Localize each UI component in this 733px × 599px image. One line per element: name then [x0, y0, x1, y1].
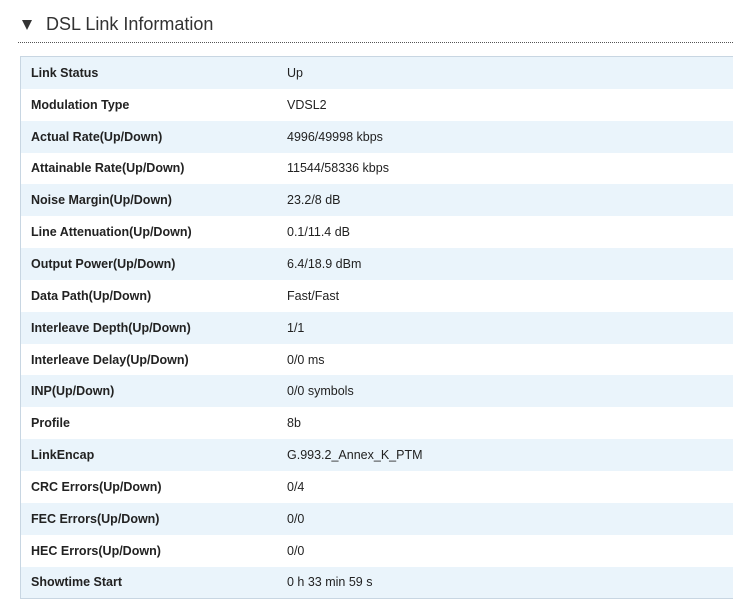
row-label: Profile: [31, 416, 70, 431]
row-label: Showtime Start: [31, 575, 122, 590]
table-row: LinkEncap G.993.2_Annex_K_PTM: [21, 439, 733, 471]
table-row: Profile 8b: [21, 407, 733, 440]
row-label: Modulation Type: [31, 97, 130, 112]
row-label: Interleave Depth(Up/Down): [31, 320, 191, 335]
triangle-down-icon[interactable]: [22, 20, 32, 30]
row-value: 23.2/8 dB: [287, 193, 341, 208]
table-row: Interleave Depth(Up/Down) 1/1: [21, 311, 733, 344]
row-label: Output Power(Up/Down): [31, 256, 176, 271]
row-value: 6.4/18.9 dBm: [287, 256, 362, 271]
row-value: 1/1: [287, 320, 305, 335]
table-row: Actual Rate(Up/Down) 4996/49998 kbps: [21, 120, 733, 153]
table-row: Modulation Type VDSL2: [21, 88, 733, 121]
table-row: Link Status Up: [21, 57, 733, 89]
row-value: 0/4: [287, 479, 305, 494]
table-row: FEC Errors(Up/Down) 0/0: [21, 502, 733, 535]
row-label: Interleave Delay(Up/Down): [31, 352, 189, 367]
table-row: Line Attenuation(Up/Down) 0.1/11.4 dB: [21, 216, 733, 249]
row-value: 8b: [287, 416, 301, 431]
dsl-link-info-header[interactable]: DSL Link Information: [18, 0, 733, 43]
table-row: HEC Errors(Up/Down) 0/0: [21, 534, 733, 567]
row-value: G.993.2_Annex_K_PTM: [287, 448, 423, 463]
row-value: 0/0: [287, 511, 305, 526]
row-value: 0/0: [287, 543, 305, 558]
table-row: Showtime Start 0 h 33 min 59 s: [21, 566, 733, 599]
table-row: Output Power(Up/Down) 6.4/18.9 dBm: [21, 248, 733, 280]
row-value: Up: [287, 65, 303, 80]
row-value: 0.1/11.4 dB: [287, 225, 351, 240]
row-value: VDSL2: [287, 97, 327, 112]
row-label: Actual Rate(Up/Down): [31, 129, 163, 144]
section-title: DSL Link Information: [46, 14, 214, 34]
row-label: Data Path(Up/Down): [31, 288, 152, 303]
table-row: Interleave Delay(Up/Down) 0/0 ms: [21, 343, 733, 376]
dsl-info-table: Link Status Up Modulation Type VDSL2 Act…: [20, 56, 733, 599]
row-value: 11544/58336 kbps: [287, 161, 389, 176]
row-label: Link Status: [31, 65, 99, 80]
row-label: Line Attenuation(Up/Down): [31, 225, 192, 240]
table-row: Attainable Rate(Up/Down) 11544/58336 kbp…: [21, 152, 733, 185]
row-value: 0/0 symbols: [287, 384, 354, 399]
row-label: INP(Up/Down): [31, 384, 115, 399]
table-row: Data Path(Up/Down) Fast/Fast: [21, 279, 733, 312]
row-value: 0/0 ms: [287, 352, 325, 367]
table-row: Noise Margin(Up/Down) 23.2/8 dB: [21, 184, 733, 217]
row-label: Noise Margin(Up/Down): [31, 193, 172, 208]
row-label: Attainable Rate(Up/Down): [31, 161, 185, 176]
table-row: CRC Errors(Up/Down) 0/4: [21, 470, 733, 503]
row-label: FEC Errors(Up/Down): [31, 511, 160, 526]
row-label: HEC Errors(Up/Down): [31, 543, 161, 558]
row-value: Fast/Fast: [287, 288, 340, 303]
row-value: 0 h 33 min 59 s: [287, 575, 373, 590]
table-row: INP(Up/Down) 0/0 symbols: [21, 375, 733, 408]
row-label: LinkEncap: [31, 448, 95, 463]
row-value: 4996/49998 kbps: [287, 129, 383, 144]
row-label: CRC Errors(Up/Down): [31, 479, 162, 494]
